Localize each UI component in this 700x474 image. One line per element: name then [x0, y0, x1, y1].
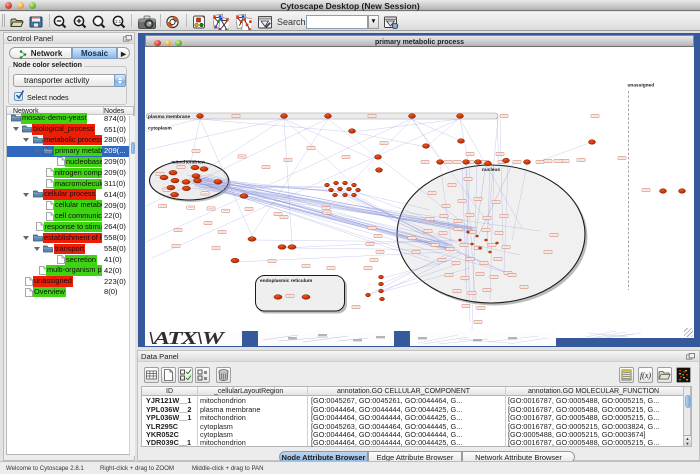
svg-text:f(x): f(x)	[640, 371, 651, 380]
svg-text:mitochondrion: mitochondrion	[171, 160, 205, 166]
svg-text:plasma membrane: plasma membrane	[148, 114, 190, 120]
svg-text:cytoplasm: cytoplasm	[148, 126, 172, 132]
svg-text:nucleus: nucleus	[482, 167, 500, 173]
svg-text:1:1: 1:1	[114, 19, 121, 24]
svg-text:unassigned: unassigned	[628, 83, 655, 89]
svg-text:endoplasmic reticulum: endoplasmic reticulum	[260, 278, 312, 284]
